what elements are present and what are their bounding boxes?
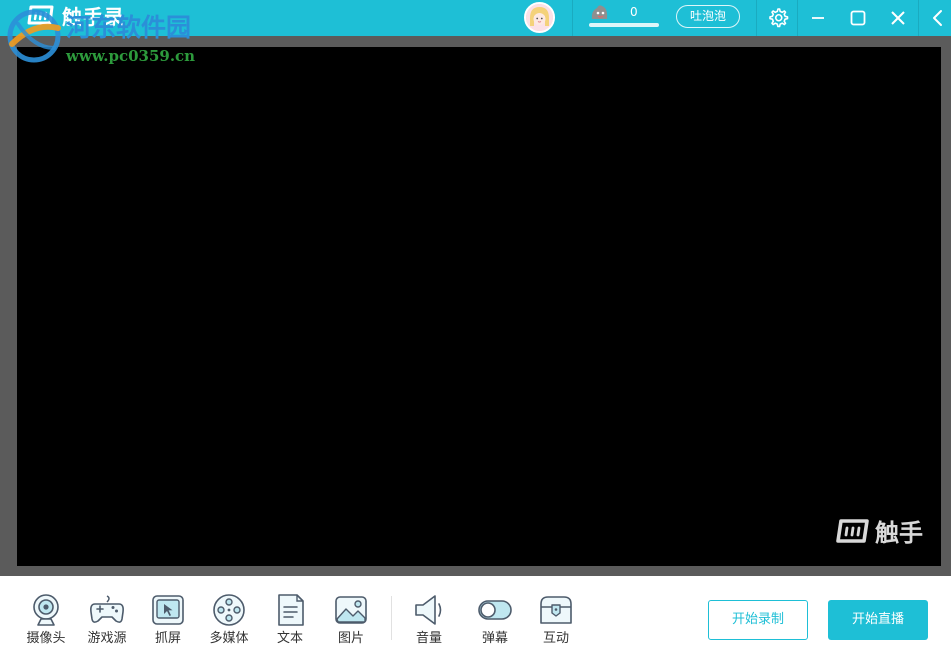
tool-label: 音量 — [415, 631, 442, 646]
tool-multimedia[interactable]: 多媒体 — [201, 592, 257, 650]
tool-label: 摄像头 — [26, 631, 66, 646]
preview-frame: 触手 — [0, 36, 951, 576]
bubble-button[interactable]: 吐泡泡 — [676, 5, 740, 28]
tool-image[interactable]: 图片 — [323, 592, 379, 650]
titlebar-divider — [572, 0, 573, 36]
tool-label: 文本 — [276, 631, 303, 646]
tool-label: 游戏源 — [87, 631, 127, 646]
image-icon — [335, 596, 367, 624]
titlebar-divider — [918, 0, 919, 36]
start-recording-button[interactable]: 开始录制 — [708, 600, 808, 640]
camera-icon — [33, 594, 59, 626]
tool-label: 抓屏 — [154, 631, 181, 646]
watermark-url: www.pc0359.cn — [66, 47, 196, 65]
gamepad-icon — [90, 595, 124, 623]
close-icon — [891, 11, 905, 25]
settings-button[interactable] — [766, 6, 790, 30]
preview-canvas[interactable]: 触手 — [17, 47, 941, 566]
tool-text[interactable]: 文本 — [262, 592, 318, 650]
watermark-site-name: 河东软件园 — [66, 13, 192, 42]
minimize-icon — [812, 17, 824, 19]
bottom-toolbar: 摄像头 游戏源 抓屏 多媒体 文本 图片 音量 弹幕 互动 开始录制 开始直播 — [0, 576, 951, 654]
maximize-button[interactable] — [846, 6, 870, 30]
maximize-icon — [850, 10, 866, 26]
toggle-icon — [478, 600, 512, 620]
tool-game-source[interactable]: 游戏源 — [79, 592, 135, 650]
bubble-count: 0 — [630, 5, 638, 19]
tool-screen-capture[interactable]: 抓屏 — [140, 592, 196, 650]
user-avatar[interactable] — [524, 2, 555, 33]
chushou-logo-icon — [836, 519, 869, 543]
tool-interaction[interactable]: 互动 — [528, 592, 584, 650]
tool-label: 图片 — [337, 631, 364, 646]
document-icon — [278, 594, 304, 626]
chevron-left-icon — [933, 10, 942, 26]
tool-label: 互动 — [542, 631, 569, 646]
film-reel-icon — [213, 594, 245, 626]
tool-label: 弹幕 — [481, 631, 508, 646]
tool-danmaku[interactable]: 弹幕 — [467, 592, 523, 650]
mascot-icon — [591, 5, 608, 19]
watermark-logo-icon — [7, 9, 61, 63]
collapse-panel-button[interactable] — [926, 6, 950, 30]
tool-label: 多媒体 — [209, 631, 249, 646]
bubble-progress-bar — [589, 23, 659, 27]
toolbar-divider — [391, 596, 392, 640]
preview-logo: 触手 — [835, 514, 923, 552]
titlebar-divider — [756, 0, 757, 36]
preview-logo-text: 触手 — [875, 519, 923, 547]
gear-icon — [769, 8, 789, 28]
titlebar-divider — [797, 0, 798, 36]
tool-camera[interactable]: 摄像头 — [18, 592, 74, 650]
start-live-button[interactable]: 开始直播 — [828, 600, 928, 640]
avatar-face-icon — [526, 4, 553, 31]
close-button[interactable] — [886, 6, 910, 30]
minimize-button[interactable] — [806, 6, 830, 30]
tool-volume[interactable]: 音量 — [401, 592, 457, 650]
screen-capture-icon — [152, 595, 184, 625]
speaker-icon — [415, 595, 442, 625]
chest-icon — [540, 596, 572, 624]
